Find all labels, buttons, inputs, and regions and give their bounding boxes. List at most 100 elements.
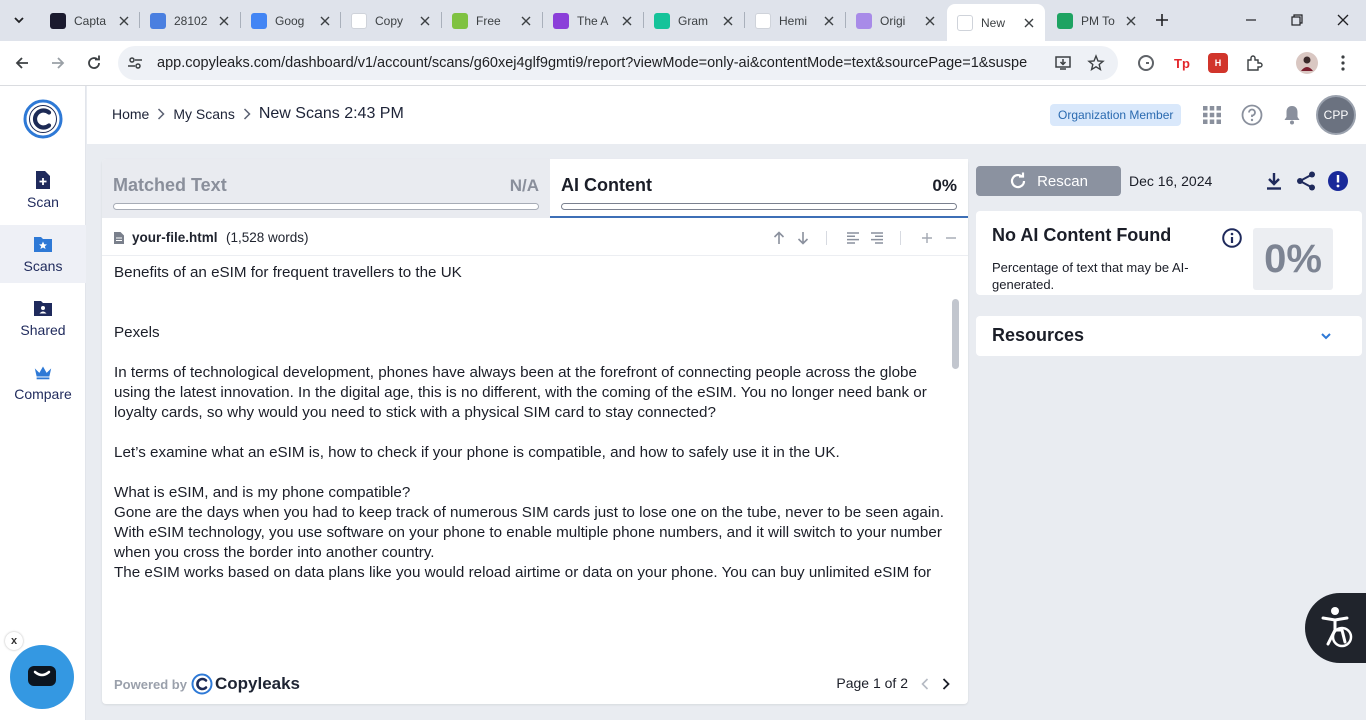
chat-close-button[interactable]: x [5,632,23,650]
content-scrollbar[interactable] [952,299,959,369]
extension-grammarly-icon[interactable] [1136,53,1156,73]
copyleaks-app: Scan Scans Shared Compare Home My Scans [0,86,1366,720]
back-button[interactable] [10,51,34,75]
google-translate-icon [251,12,267,29]
browser-tab[interactable]: The A [543,6,643,35]
report-issue-button[interactable] [1326,169,1350,193]
previous-match-button[interactable] [771,230,787,246]
arrow-right-icon [52,57,65,69]
tab-close-icon[interactable] [317,13,333,29]
extensions-puzzle-icon[interactable] [1244,53,1264,73]
align-right-button[interactable] [869,230,885,246]
tab-title: Origi [880,13,906,28]
browser-tab[interactable]: Hemi [745,6,845,35]
next-page-button[interactable] [938,676,954,692]
tab-close-icon[interactable] [619,13,635,29]
tab-close-icon[interactable] [116,13,132,29]
tab-close-icon[interactable] [216,13,232,29]
extension-tp-icon[interactable]: Tp [1172,53,1192,73]
info-icon[interactable] [1222,228,1242,248]
sidebar-item-label: Scans [23,258,63,274]
tab-close-icon[interactable] [1123,13,1139,29]
sidebar-item-scans[interactable]: Scans [0,225,86,283]
download-button[interactable] [1262,169,1286,193]
plus-icon [922,233,932,243]
browser-tab[interactable]: Capta [40,6,140,35]
help-button[interactable] [1240,103,1264,127]
tab-close-icon[interactable] [417,13,433,29]
powered-by-label: Powered by [114,676,187,692]
arrow-left-icon [15,57,28,69]
breadcrumb-home[interactable]: Home [112,106,149,122]
browser-tab[interactable]: Copy [341,6,441,35]
url-text[interactable]: app.copyleaks.com/dashboard/v1/account/s… [157,55,1027,71]
resources-panel[interactable]: Resources [976,316,1362,356]
zoom-out-button[interactable] [943,230,959,246]
tab-close-icon[interactable] [922,13,938,29]
tab-search-button[interactable] [7,9,31,31]
install-app-icon[interactable] [1054,54,1072,72]
chevron-right-icon [942,678,950,690]
app-header: Home My Scans New Scans 2:43 PM Organiza… [87,86,1366,144]
restore-button[interactable] [1285,8,1309,32]
chevron-right-icon [243,108,251,120]
divider [900,231,901,245]
tab-close-icon[interactable] [1021,15,1037,31]
browser-tab-bar: Capta 28102 Goog Copy Free The A Gram Hemi Origi… [0,0,1366,41]
tab-matched-text[interactable]: Matched Text N/A [102,159,550,218]
share-button[interactable] [1294,169,1318,193]
browser-tab[interactable]: Goog [241,6,341,35]
file-icon [114,232,124,244]
tab-close-icon[interactable] [821,13,837,29]
sidebar-item-compare[interactable]: Compare [0,353,86,411]
browser-menu-button[interactable] [1333,53,1353,73]
divider [826,231,827,245]
close-window-button[interactable] [1331,8,1355,32]
minimize-icon [1246,19,1256,21]
address-bar[interactable]: app.copyleaks.com/dashboard/v1/account/s… [118,46,1118,80]
org-member-badge: Organization Member [1050,104,1182,126]
user-avatar[interactable]: CPP [1316,95,1356,135]
report-actions: Rescan Dec 16, 2024 [976,166,1356,196]
browser-tab[interactable]: Origi [846,6,946,35]
site-settings-icon[interactable] [127,55,143,71]
apps-grid-button[interactable] [1200,103,1224,127]
file-name: your-file.html [132,230,218,245]
browser-tab[interactable]: Gram [644,6,744,35]
bookmark-star-icon[interactable] [1087,54,1105,72]
tab-close-icon[interactable] [518,13,534,29]
new-tab-button[interactable] [1150,8,1174,32]
next-match-button[interactable] [795,230,811,246]
extension-hemingway-icon[interactable]: H [1208,53,1228,73]
content-paragraph [114,283,954,303]
tab-close-icon[interactable] [720,13,736,29]
rescan-button[interactable]: Rescan [976,166,1121,196]
zoom-in-button[interactable] [919,230,935,246]
previous-page-button[interactable] [917,676,933,692]
chevron-down-icon[interactable] [1318,328,1334,344]
profile-avatar[interactable] [1296,52,1318,74]
browser-tab[interactable]: Free [442,6,542,35]
sidebar-item-label: Shared [20,322,66,338]
minimize-button[interactable] [1239,8,1263,32]
browser-tab[interactable]: PM To [1047,6,1147,35]
tab-ai-content[interactable]: AI Content 0% [550,159,968,218]
browser-tab[interactable]: New [947,4,1045,41]
forward-button[interactable] [46,51,70,75]
reload-button[interactable] [82,51,106,75]
arrow-down-icon [797,232,809,245]
accessibility-button[interactable] [1305,593,1366,663]
breadcrumb-my-scans[interactable]: My Scans [173,106,234,122]
notifications-button[interactable] [1280,103,1304,127]
copyleaks-logo[interactable] [23,99,63,139]
content-paragraph: Let’s examine what an eSIM is, how to ch… [114,444,840,461]
browser-toolbar: app.copyleaks.com/dashboard/v1/account/s… [0,41,1366,86]
align-left-button[interactable] [845,230,861,246]
sidebar-item-shared[interactable]: Shared [0,289,86,347]
sidebar-item-scan[interactable]: Scan [0,161,86,219]
document-content[interactable]: Benefits of an eSIM for frequent travell… [114,263,954,663]
breadcrumb: Home My Scans New Scans 2:43 PM [112,105,404,123]
browser-tab[interactable]: 28102 [140,6,240,35]
crown-icon [33,362,53,382]
chat-support-button[interactable] [10,645,74,709]
